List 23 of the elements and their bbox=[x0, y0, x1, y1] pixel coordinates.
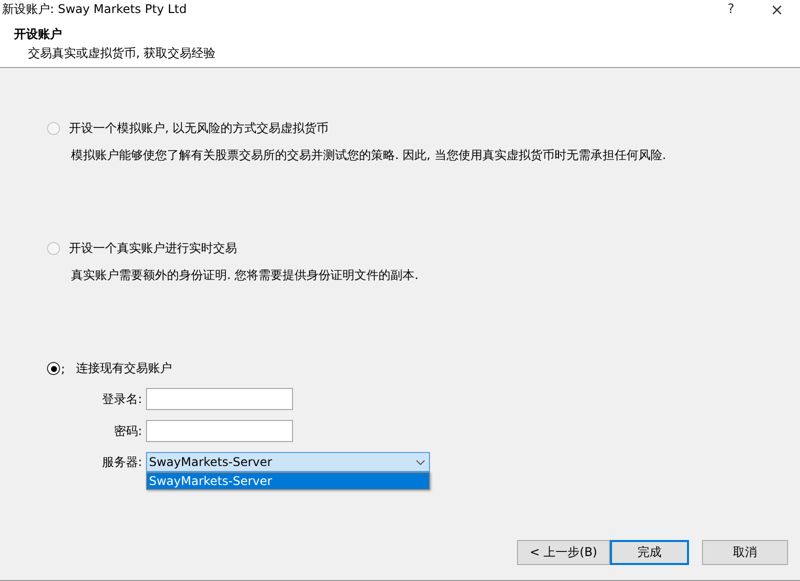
wizard-button[interactable]: 取消 bbox=[702, 540, 788, 564]
field-label: 登录名: bbox=[100, 390, 142, 408]
focus-mark: ; bbox=[61, 362, 66, 376]
option-label[interactable]: 开设一个模拟账户, 以无风险的方式交易虚拟货币 bbox=[69, 120, 329, 137]
login-field[interactable] bbox=[146, 388, 293, 410]
password-field[interactable] bbox=[146, 420, 293, 442]
window-title: 新设账户: Sway Markets Pty Ltd bbox=[1, 0, 188, 18]
wizard-button[interactable]: 完成 bbox=[610, 540, 689, 564]
page-heading: 开设账户 bbox=[14, 26, 63, 43]
help-button[interactable]: ? bbox=[708, 0, 754, 18]
radio-button[interactable] bbox=[47, 362, 60, 375]
option-description: 真实账户需要额外的身份证明. 您将需要提供身份证明文件的副本. bbox=[71, 267, 420, 284]
field-label: 密码: bbox=[112, 422, 142, 440]
wizard-button[interactable]: < 上一步(B) bbox=[517, 540, 610, 564]
chevron-down-icon bbox=[416, 460, 425, 464]
option-label[interactable]: 开设一个真实账户进行实时交易 bbox=[69, 240, 237, 257]
close-button[interactable]: × bbox=[754, 0, 800, 18]
server-dropdown[interactable]: SwayMarkets-Server bbox=[146, 452, 430, 472]
field-label: 服务器: bbox=[100, 454, 142, 470]
option-description: 模拟账户能够使您了解有关股票交易所的交易并测试您的策略. 因此, 当您使用真实虚拟货币时无需承担任何风险. bbox=[71, 147, 668, 164]
option-label[interactable]: 连接现有交易账户 bbox=[76, 360, 172, 377]
dropdown-option[interactable]: SwayMarkets-Server bbox=[147, 473, 429, 489]
page-subtitle: 交易真实或虚拟货币, 获取交易经验 bbox=[27, 45, 217, 62]
